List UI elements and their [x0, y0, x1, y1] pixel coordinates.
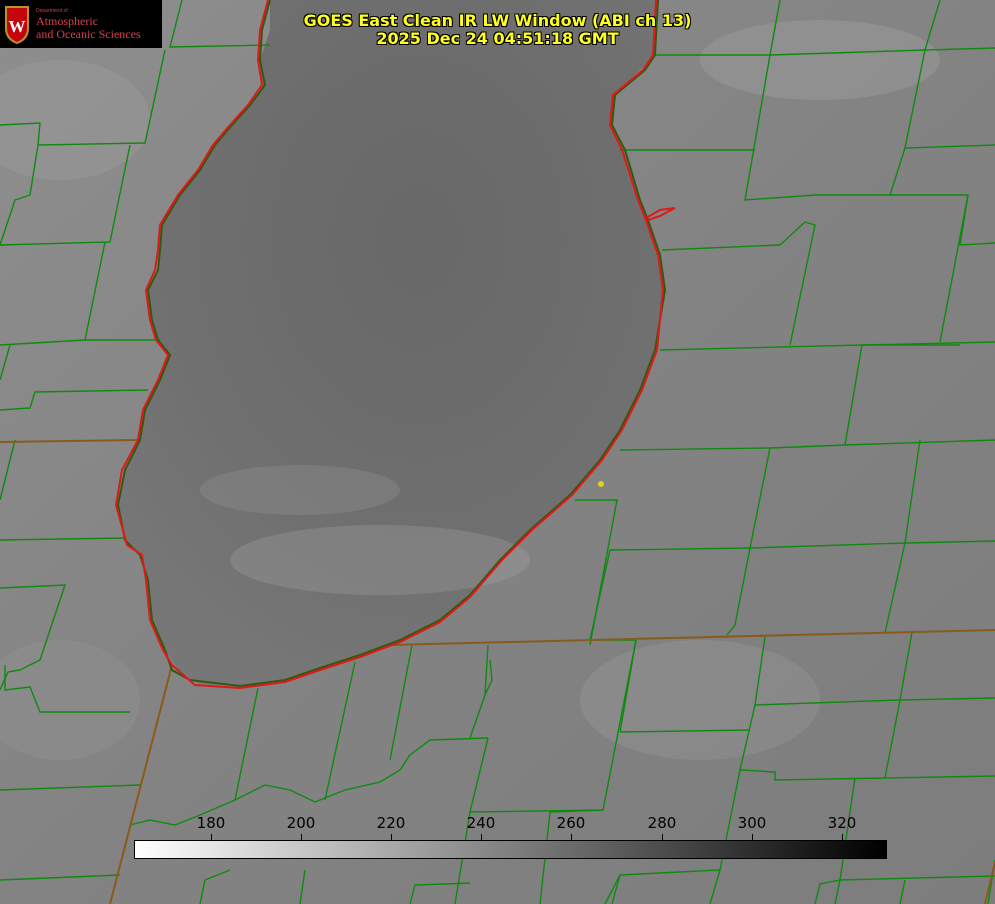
colorbar-tick-label: 220: [376, 814, 406, 832]
uw-crest-icon: W: [5, 6, 29, 44]
colorbar-tick: [842, 834, 843, 840]
colorbar-tick-label: 300: [737, 814, 767, 832]
uw-aos-logo: W Department of Atmospheric and Oceanic …: [0, 0, 162, 48]
colorbar-tick: [481, 834, 482, 840]
colorbar-tick: [301, 834, 302, 840]
colorbar-tick-label: 240: [466, 814, 496, 832]
colorbar-tick: [662, 834, 663, 840]
colorbar-tick: [391, 834, 392, 840]
image-title: GOES East Clean IR LW Window (ABI ch 13): [303, 11, 692, 30]
colorbar-tick: [571, 834, 572, 840]
logo-line-oceanic: and Oceanic Sciences: [36, 26, 141, 41]
temperature-colorbar: [134, 840, 887, 859]
colorbar-tick-label: 200: [286, 814, 316, 832]
colorbar-tick-label: 180: [196, 814, 226, 832]
image-timestamp: 2025 Dec 24 04:51:18 GMT: [376, 29, 619, 48]
satellite-map: [0, 0, 995, 904]
svg-text:W: W: [9, 17, 26, 36]
location-marker: [598, 481, 604, 487]
colorbar-tick: [752, 834, 753, 840]
colorbar-tick: [211, 834, 212, 840]
colorbar-tick-label: 280: [647, 814, 677, 832]
colorbar-tick-label: 320: [827, 814, 857, 832]
logo-line-atmospheric: Atmospheric: [36, 13, 98, 28]
colorbar-tick-label: 260: [556, 814, 586, 832]
